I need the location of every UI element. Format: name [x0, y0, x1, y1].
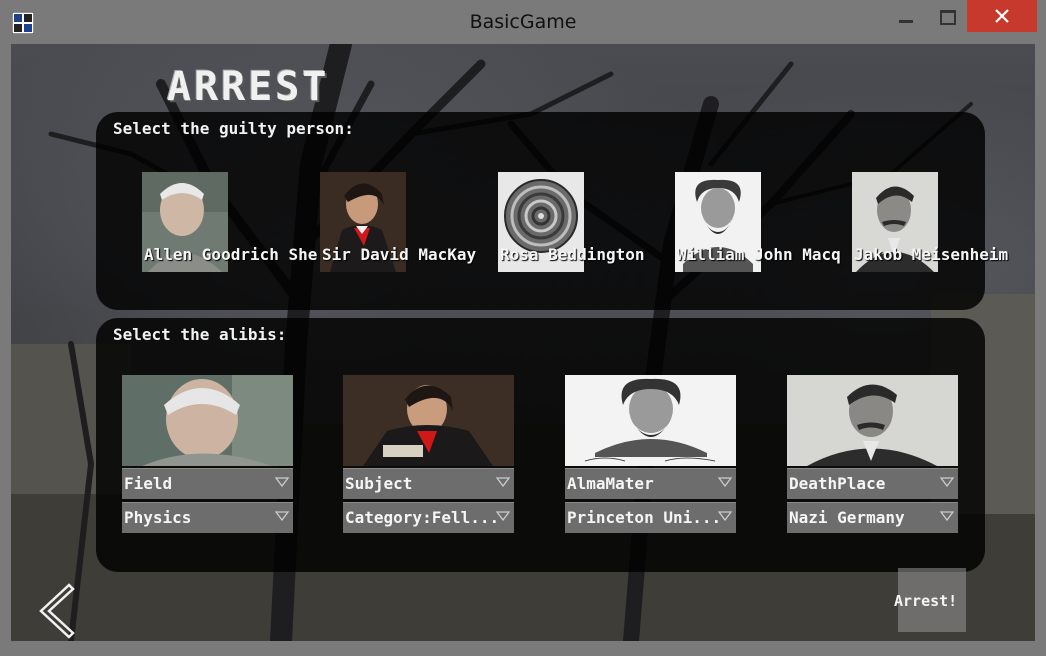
suspect-name: Rosa Beddington [500, 245, 645, 264]
suspect-name: William John Macq [677, 245, 841, 264]
game-viewport: ARREST Select the guilty person: Allen G… [11, 44, 1035, 641]
alibi-key-dropdown[interactable]: Subject [343, 468, 514, 499]
dropdown-value: AlmaMater [567, 474, 654, 493]
alibi-portrait [565, 375, 736, 466]
chevron-down-icon [718, 511, 732, 521]
suspect-name: Allen Goodrich She [144, 245, 318, 264]
alibi-value-dropdown[interactable]: Category:Fell... [343, 502, 514, 533]
chevron-down-icon [718, 477, 732, 487]
arrest-button-label: Arrest! [894, 592, 958, 610]
chevron-down-icon [940, 477, 954, 487]
alibi-value-dropdown[interactable]: Nazi Germany [787, 502, 958, 533]
alibi-portrait [122, 375, 293, 466]
alibi-key-dropdown[interactable]: Field [122, 468, 293, 499]
maximize-button[interactable] [927, 0, 967, 32]
chevron-down-icon [940, 511, 954, 521]
dropdown-value: Category:Fell... [345, 508, 500, 527]
suspect-card[interactable]: William John Macq [675, 172, 841, 272]
alibi-portrait [787, 375, 958, 466]
close-button[interactable] [967, 0, 1037, 32]
suspect-name: Sir David MacKay [322, 245, 477, 264]
chevron-down-icon [496, 511, 510, 521]
chevron-down-icon [496, 477, 510, 487]
arrest-button[interactable]: Arrest! [894, 568, 966, 632]
game-window: BasicGame ARREST Select the guilty perso… [0, 0, 1046, 656]
alibi-portrait [343, 375, 514, 466]
title-bar[interactable]: BasicGame [0, 0, 1046, 44]
close-icon [995, 9, 1009, 23]
chevron-left-icon[interactable] [33, 583, 77, 639]
alibi-key-dropdown[interactable]: DeathPlace [787, 468, 958, 499]
alibi-panel-label: Select the alibis: [113, 325, 287, 344]
suspect-name: Jakob Meisenheim [854, 245, 1009, 264]
suspect-card[interactable]: Jakob Meisenheim [852, 172, 1008, 272]
alibi-key-dropdown[interactable]: AlmaMater [565, 468, 736, 499]
dropdown-value: Field [124, 474, 173, 493]
suspect-card[interactable]: Sir David MacKay [320, 172, 476, 272]
alibi-value-dropdown[interactable]: Princeton Uni... [565, 502, 736, 533]
chevron-down-icon [275, 511, 289, 521]
suspect-panel-label: Select the guilty person: [113, 119, 354, 138]
dropdown-value: Subject [345, 474, 413, 493]
minimize-button[interactable] [883, 0, 927, 32]
dropdown-value: Nazi Germany [789, 508, 905, 527]
suspect-card[interactable]: Allen Goodrich She [142, 172, 317, 272]
screen-heading: ARREST [167, 64, 330, 110]
dropdown-value: DeathPlace [789, 474, 886, 493]
chevron-down-icon [275, 477, 289, 487]
dropdown-value: Physics [124, 508, 192, 527]
alibi-value-dropdown[interactable]: Physics [122, 502, 293, 533]
suspect-card-selected[interactable]: Rosa Beddington [498, 172, 645, 272]
dropdown-value: Princeton Uni... [567, 508, 722, 527]
